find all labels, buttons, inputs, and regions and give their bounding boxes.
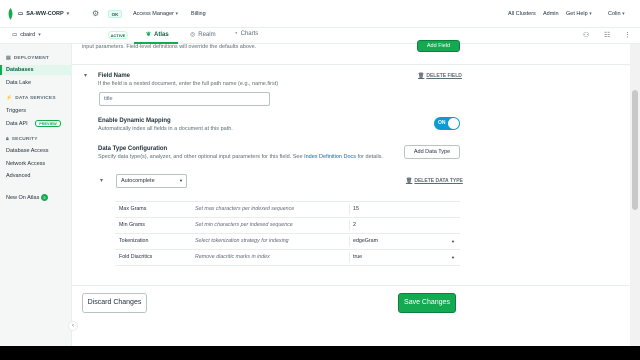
intro-text: input parameters. Field-level definition… — [82, 44, 257, 50]
organization-selector[interactable]: ▭ SA-WW-CORP ▾ — [18, 11, 69, 17]
option-description: Remove diacritic marks in index — [195, 254, 270, 260]
scrollbar-thumb[interactable] — [632, 90, 638, 210]
get-help-menu[interactable]: Get Help ▾ — [566, 11, 592, 17]
divider — [72, 285, 630, 286]
realm-icon: ◎ — [190, 32, 196, 38]
lightning-icon: ⚡ — [6, 96, 13, 101]
sidebar-item-advanced[interactable]: Advanced — [6, 173, 30, 179]
project-name: cbaird — [20, 32, 36, 38]
add-field-button[interactable]: Add Field — [417, 40, 460, 52]
trash-icon: 🗑︎ — [406, 178, 413, 184]
option-value: true — [353, 254, 363, 260]
chevron-down-icon[interactable]: ▾ — [100, 177, 103, 184]
option-name: Fold Diacritics — [119, 254, 153, 260]
chevron-down-icon: ▼ — [451, 239, 455, 244]
sidebar-item-database-access[interactable]: Database Access — [6, 148, 49, 154]
dynamic-mapping-help: Automatically index all fields in a docu… — [98, 126, 233, 132]
sidebar-item-triggers[interactable]: Triggers — [6, 108, 26, 114]
data-type-options-table: Max Grams Set max characters per indexed… — [115, 201, 460, 266]
lock-icon: 🔒︎ — [6, 137, 9, 142]
delete-field-button[interactable]: 🗑︎ DELETE FIELD — [418, 73, 462, 79]
chevron-down-icon: ▾ — [589, 11, 592, 17]
discard-changes-button[interactable]: Discard Changes — [82, 293, 147, 313]
sidebar-section-security: 🔒︎ SECURITY — [6, 136, 38, 143]
preview-badge: PREVIEW — [35, 120, 61, 127]
main-content — [72, 44, 630, 346]
option-name: Min Grams — [119, 222, 145, 228]
chevron-down-icon: ▾ — [38, 32, 41, 38]
fold-diacritics-select[interactable] — [349, 252, 459, 263]
folder-icon: ▭ — [12, 32, 18, 38]
option-value: edgeGram — [353, 238, 379, 244]
sidebar-item-network-access[interactable]: Network Access — [6, 161, 45, 167]
folder-icon: ▭ — [18, 11, 24, 17]
access-manager-menu[interactable]: Access Manager ▾ — [133, 11, 178, 17]
admin-link[interactable]: Admin — [543, 11, 559, 17]
data-type-config-help: Specify data type(s), analyzer, and othe… — [98, 154, 383, 160]
status-badge: OK — [108, 10, 122, 18]
table-row: Fold Diacritics Remove diacritic marks i… — [115, 250, 460, 266]
sidebar-item-new-on-atlas[interactable]: New On Atlas — [6, 195, 39, 201]
new-count-badge: 5 — [41, 194, 48, 201]
project-settings-icon[interactable]: ⋮ — [624, 31, 631, 39]
tab-atlas[interactable]: ❦ Atlas — [146, 31, 169, 39]
project-bar — [0, 28, 640, 44]
organization-name: SA-WW-CORP — [26, 11, 64, 17]
table-row: Min Grams Set min characters per indexed… — [115, 218, 460, 234]
mongodb-leaf-icon[interactable] — [6, 8, 15, 20]
dynamic-mapping-label: Enable Dynamic Mapping — [98, 118, 171, 124]
chevron-down-icon: ▼ — [451, 255, 455, 260]
data-type-select[interactable]: Autocomplete ▼ — [116, 174, 187, 188]
min-grams-input[interactable] — [349, 220, 459, 231]
field-name-label: Field Name — [98, 73, 131, 79]
tab-realm[interactable]: ◎ Realm — [190, 31, 216, 39]
option-value: 2 — [353, 222, 356, 228]
field-name-input[interactable]: title — [99, 92, 270, 106]
toggle-state-label: ON — [438, 120, 446, 126]
table-row: Tokenization Select tokenization strateg… — [115, 234, 460, 250]
tab-charts[interactable]: ◔ Charts — [234, 31, 258, 37]
chevron-down-icon: ▾ — [175, 11, 179, 17]
chevron-left-icon[interactable]: ‹ — [68, 321, 78, 331]
index-definition-docs-link[interactable]: Index Definition Docs — [304, 154, 356, 160]
charts-icon: ◔ — [234, 31, 238, 37]
project-status-badge: ACTIVE — [108, 31, 128, 39]
project-selector[interactable]: ▭ cbaird ▾ — [12, 32, 41, 38]
sidebar-section-deployment: ▤ DEPLOYMENT — [6, 56, 50, 61]
billing-link[interactable]: Billing — [191, 11, 206, 17]
chevron-down-icon: ▾ — [66, 11, 70, 17]
invite-user-icon[interactable]: ⚇ — [583, 31, 589, 39]
divider — [72, 64, 630, 65]
option-description: Set min characters per indexed sequence — [195, 222, 293, 228]
activity-feed-icon[interactable]: ☷ — [604, 31, 610, 39]
all-clusters-link[interactable]: All Clusters — [508, 11, 536, 17]
sidebar-section-data-services: ⚡ DATA SERVICES — [6, 96, 56, 101]
leaf-icon: ❦ — [146, 32, 152, 38]
data-type-config-label: Data Type Configuration — [98, 146, 168, 152]
option-description: Set max characters per indexed sequence — [195, 206, 295, 212]
option-name: Max Grams — [119, 206, 147, 212]
letterbox-bottom — [0, 346, 640, 360]
database-icon: ▤ — [6, 56, 11, 61]
option-value: 15 — [353, 206, 359, 212]
toggle-knob — [448, 118, 459, 129]
gear-icon[interactable]: ⚙ — [92, 9, 99, 18]
sidebar-item-data-lake[interactable]: Data Lake — [6, 80, 31, 86]
option-name: Tokenization — [119, 238, 149, 244]
max-grams-input[interactable] — [349, 204, 459, 215]
user-menu[interactable]: Colin ▾ — [608, 11, 625, 17]
delete-data-type-button[interactable]: 🗑︎ DELETE DATA TYPE — [406, 178, 463, 184]
save-changes-button[interactable]: Save Changes — [398, 293, 456, 313]
sidebar-item-data-api[interactable]: Data API — [6, 121, 28, 127]
chevron-down-icon: ▼ — [179, 178, 183, 183]
dynamic-mapping-toggle[interactable]: ON — [434, 117, 460, 130]
sidebar-item-databases[interactable]: Databases — [6, 67, 34, 73]
option-description: Select tokenization strategy for indexin… — [195, 238, 289, 244]
chevron-down-icon: ▾ — [622, 11, 625, 17]
field-name-help: If the field is a nested document, enter… — [98, 81, 279, 87]
chevron-down-icon[interactable]: ▾ — [84, 72, 87, 79]
table-row: Max Grams Set max characters per indexed… — [115, 202, 460, 218]
add-data-type-button[interactable]: Add Data Type — [404, 145, 460, 159]
trash-icon: 🗑︎ — [418, 73, 425, 79]
